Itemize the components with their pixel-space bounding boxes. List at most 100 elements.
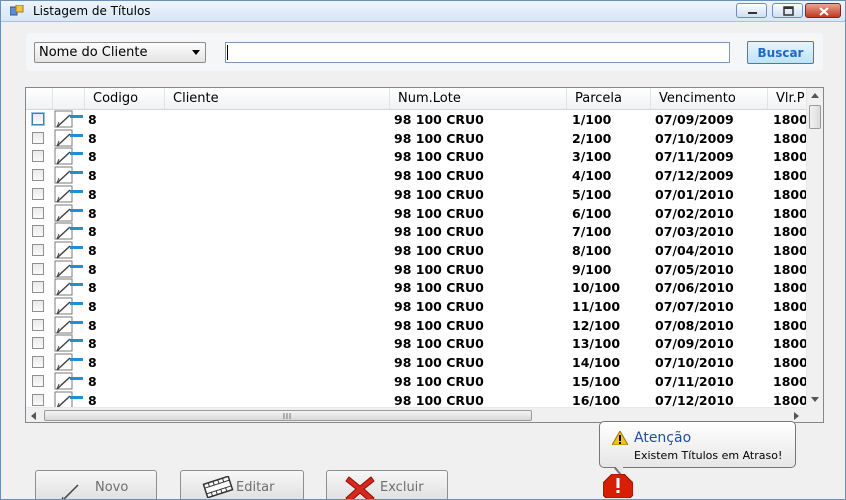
vertical-scrollbar[interactable] [806,88,823,407]
header-cliente[interactable]: Cliente [165,88,390,109]
row-checkbox[interactable] [32,281,44,294]
maximize-button[interactable] [772,3,803,18]
cell-parcela: 9/100 [572,261,612,277]
table-row[interactable]: 8 98 100 CRU0 7/100 07/03/2010 1800 [26,222,806,241]
titles-grid[interactable]: Codigo Cliente Num.Lote Parcela Vencimen… [25,87,824,423]
search-button[interactable]: Buscar [747,41,814,64]
overdue-alert-balloon: Atenção Existem Títulos em Atraso! [599,421,796,468]
horizontal-scroll-thumb[interactable] [44,410,532,421]
header-vencimento[interactable]: Vencimento [651,88,768,109]
row-checkbox[interactable] [32,393,44,406]
scroll-up-icon[interactable] [811,93,819,98]
edit-pencil-icon[interactable] [54,353,84,372]
cell-num-lote: 98 100 CRU0 [394,280,484,296]
scroll-right-icon[interactable] [794,412,799,420]
cell-codigo: 8 [88,168,97,184]
edit-pencil-icon[interactable] [54,222,84,241]
table-row[interactable]: 8 98 100 CRU0 16/100 07/12/2010 1800 [26,391,806,408]
table-row[interactable]: 8 98 100 CRU0 8/100 07/04/2010 1800 [26,241,806,260]
table-row[interactable]: 8 98 100 CRU0 4/100 07/12/2009 1800 [26,166,806,185]
table-row[interactable]: 8 98 100 CRU0 5/100 07/01/2010 1800 [26,185,806,204]
edit-pencil-icon[interactable] [54,334,84,353]
delete-x-icon [345,476,375,499]
table-row[interactable]: 8 98 100 CRU0 2/100 07/10/2009 1800 [26,129,806,148]
cell-codigo: 8 [88,205,97,221]
cell-valor: 1800 [773,242,806,258]
scroll-down-icon[interactable] [811,397,819,402]
row-checkbox[interactable] [32,113,44,125]
cell-valor: 1800 [773,355,806,371]
row-checkbox[interactable] [32,300,44,312]
cell-codigo: 8 [88,373,97,389]
edit-pencil-icon [61,484,79,499]
cell-parcela: 10/100 [572,280,621,296]
header-num-lote[interactable]: Num.Lote [390,88,567,109]
edit-pencil-icon[interactable] [54,166,84,185]
cell-codigo: 8 [88,355,97,371]
new-button-label: Novo [95,480,129,495]
row-checkbox[interactable] [32,131,44,144]
new-button[interactable]: Novo [35,470,157,499]
table-row[interactable]: 8 98 100 CRU0 6/100 07/02/2010 1800 [26,204,806,223]
close-icon [819,7,829,16]
edit-pencil-icon[interactable] [54,204,84,223]
row-checkbox[interactable] [32,169,44,182]
cell-valor: 1800 [773,299,806,314]
table-row[interactable]: 8 98 100 CRU0 9/100 07/05/2010 1800 [26,260,806,279]
cell-valor: 1800 [773,336,806,352]
grid-header: Codigo Cliente Num.Lote Parcela Vencimen… [26,88,806,110]
cell-vencimento: 07/03/2010 [655,224,734,240]
edit-button-label: Editar [236,480,275,495]
edit-pencil-icon[interactable] [54,278,84,297]
table-row[interactable]: 8 98 100 CRU0 3/100 07/11/2009 1800 [26,147,806,166]
cell-codigo: 8 [88,392,97,408]
row-checkbox[interactable] [32,243,44,256]
edit-pencil-icon[interactable] [54,110,84,129]
row-checkbox[interactable] [32,150,44,163]
cell-parcela: 4/100 [572,168,612,184]
row-checkbox[interactable] [32,318,44,331]
delete-button[interactable]: Excluir [326,470,448,499]
edit-pencil-icon[interactable] [54,260,84,279]
edit-pencil-icon[interactable] [54,372,84,391]
edit-pencil-icon[interactable] [54,316,84,335]
vertical-scroll-thumb[interactable] [809,105,821,129]
edit-pencil-icon[interactable] [54,185,84,204]
scroll-left-icon[interactable] [31,412,36,420]
cell-num-lote: 98 100 CRU0 [394,242,484,258]
error-icon[interactable] [603,474,633,498]
edit-pencil-icon[interactable] [54,147,84,166]
row-checkbox[interactable] [32,206,44,219]
table-row[interactable]: 8 98 100 CRU0 12/100 07/08/2010 1800 [26,316,806,335]
edit-button[interactable]: Editar [180,470,304,499]
close-button[interactable] [805,3,841,18]
cell-valor: 1800 [773,261,806,277]
row-checkbox[interactable] [32,262,44,275]
cell-valor: 1800 [773,130,806,146]
filter-combobox[interactable]: Nome do Cliente [34,42,206,63]
header-parcela[interactable]: Parcela [567,88,651,109]
table-row[interactable]: 8 98 100 CRU0 14/100 07/10/2010 1800 [26,353,806,372]
minimize-icon [748,12,757,14]
row-checkbox[interactable] [32,337,44,350]
search-input[interactable] [225,42,730,63]
row-checkbox[interactable] [32,225,44,238]
table-row[interactable]: 8 98 100 CRU0 10/100 07/06/2010 1800 [26,278,806,297]
edit-pencil-icon[interactable] [54,241,84,260]
table-row[interactable]: 8 98 100 CRU0 1/100 07/09/2009 1800 [26,110,806,129]
header-valor[interactable]: Vlr.P [768,88,806,109]
table-row[interactable]: 8 98 100 CRU0 11/100 07/07/2010 1800 [26,297,806,316]
cell-codigo: 8 [88,299,97,314]
cell-codigo: 8 [88,112,97,127]
table-row[interactable]: 8 98 100 CRU0 15/100 07/11/2010 1800 [26,372,806,391]
row-checkbox[interactable] [32,356,44,369]
row-checkbox[interactable] [32,187,44,200]
edit-pencil-icon[interactable] [54,297,84,316]
cell-num-lote: 98 100 CRU0 [394,355,484,371]
edit-pencil-icon[interactable] [54,391,84,408]
minimize-button[interactable] [736,3,767,18]
header-codigo[interactable]: Codigo [85,88,165,109]
row-checkbox[interactable] [32,374,44,387]
table-row[interactable]: 8 98 100 CRU0 13/100 07/09/2010 1800 [26,334,806,353]
edit-pencil-icon[interactable] [54,129,84,148]
